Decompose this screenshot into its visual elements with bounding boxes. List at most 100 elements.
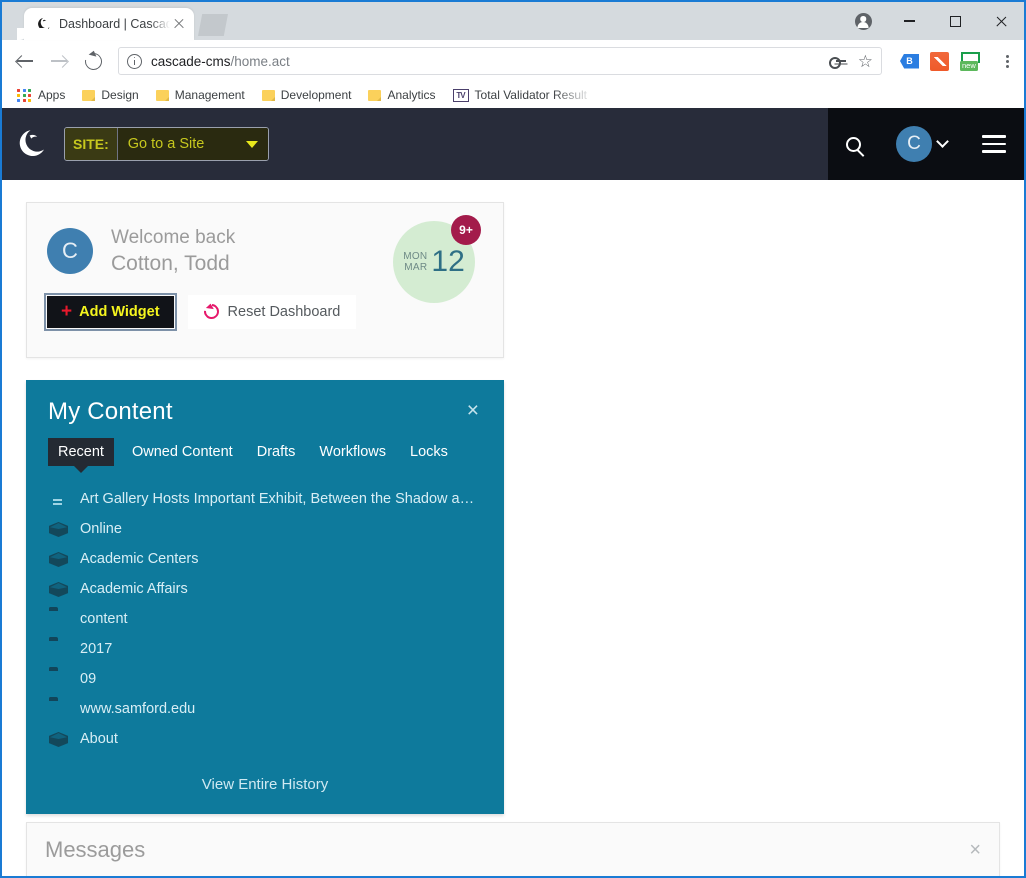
list-item[interactable]: 2017 <box>48 634 482 664</box>
folder-icon <box>48 640 68 658</box>
url-text: cascade-cms/home.act <box>151 54 829 69</box>
bookmark-design[interactable]: Design <box>75 86 145 104</box>
tab-owned-content[interactable]: Owned Content <box>120 438 245 466</box>
plus-icon: + <box>61 301 73 323</box>
maximize-icon <box>949 15 961 27</box>
close-icon[interactable]: × <box>969 840 981 860</box>
close-icon[interactable]: × <box>464 398 482 423</box>
welcome-text: Welcome back Cotton, Todd <box>111 225 235 277</box>
tab-workflows[interactable]: Workflows <box>307 438 398 466</box>
tab-drafts[interactable]: Drafts <box>245 438 308 466</box>
welcome-widget: C Welcome back Cotton, Todd MON MAR 12 9… <box>26 202 504 358</box>
bookmark-star-icon[interactable]: ☆ <box>858 53 873 70</box>
new-extension-icon[interactable]: new <box>960 51 981 71</box>
reload-icon <box>81 49 105 73</box>
tab-recent[interactable]: Recent <box>48 438 114 466</box>
list-item[interactable]: Academic Centers <box>48 544 482 574</box>
avatar: C <box>895 126 932 162</box>
back-button[interactable] <box>10 46 40 76</box>
tag-extension-icon[interactable]: B <box>900 53 919 69</box>
avatar: C <box>47 227 93 274</box>
bookmarks-bar: Apps Design Management Development Analy… <box>2 82 1024 108</box>
list-item[interactable]: Academic Affairs <box>48 574 482 604</box>
list-item-label: 09 <box>80 671 97 687</box>
site-label: SITE: <box>65 128 118 160</box>
page-icon <box>48 490 68 508</box>
tab-locks[interactable]: Locks <box>398 438 460 466</box>
password-key-icon[interactable] <box>828 55 846 69</box>
add-widget-button[interactable]: + Add Widget <box>44 292 177 331</box>
date-day: 12 <box>431 245 465 278</box>
bookmark-label: Total Validator Result <box>474 88 588 102</box>
user-menu-button[interactable]: C <box>895 126 949 162</box>
folder-icon <box>261 89 275 101</box>
list-item[interactable]: About <box>48 724 482 754</box>
search-icon <box>845 136 861 152</box>
url-path: /home.act <box>230 53 290 69</box>
window-close-button[interactable] <box>978 4 1024 38</box>
tab-title: Dashboard | Cascade CMS <box>59 17 170 31</box>
forward-button[interactable] <box>44 46 74 76</box>
bookmark-analytics[interactable]: Analytics <box>361 86 442 104</box>
refresh-icon <box>200 301 222 323</box>
profile-button[interactable] <box>840 4 886 38</box>
my-content-title: My Content <box>48 398 173 425</box>
window-controls <box>840 2 1024 40</box>
new-badge-label: new <box>960 61 978 71</box>
list-item[interactable]: content <box>48 604 482 634</box>
chart-extension-icon[interactable] <box>930 51 949 71</box>
list-item-label: content <box>80 611 128 627</box>
bookmark-apps[interactable]: Apps <box>10 86 72 105</box>
minimize-button[interactable] <box>886 4 932 38</box>
list-item[interactable]: www.samford.edu <box>48 694 482 724</box>
hamburger-menu-icon <box>982 135 1007 153</box>
new-tab-button[interactable] <box>198 14 228 36</box>
site-selector[interactable]: SITE: Go to a Site <box>64 127 269 161</box>
window-close-icon <box>995 15 1008 28</box>
list-item[interactable]: Art Gallery Hosts Important Exhibit, Bet… <box>48 484 482 514</box>
header-actions: C <box>828 108 1024 180</box>
cascade-logo-icon <box>36 16 52 32</box>
my-content-header: My Content × <box>48 398 482 426</box>
bookmark-management[interactable]: Management <box>149 86 252 104</box>
bookmark-total-validator[interactable]: TV Total Validator Result <box>446 86 595 104</box>
browser-window: Dashboard | Cascade CMS <box>0 0 1026 878</box>
chevron-down-icon <box>245 140 258 148</box>
url-host: cascade-cms <box>151 53 231 69</box>
tab-close-icon[interactable] <box>170 15 188 33</box>
date-dow-month: MON MAR <box>403 251 427 274</box>
main-menu-button[interactable] <box>982 135 1007 153</box>
block-icon <box>48 580 68 598</box>
folder-icon <box>82 89 96 101</box>
search-button[interactable] <box>845 136 861 152</box>
list-item[interactable]: Online <box>48 514 482 544</box>
bookmark-label: Apps <box>38 88 66 102</box>
site-caret[interactable] <box>245 128 268 160</box>
date-inner: MON MAR 12 <box>403 247 465 277</box>
list-item-label: Academic Centers <box>80 551 199 567</box>
browser-tab[interactable]: Dashboard | Cascade CMS <box>24 8 194 40</box>
reset-dashboard-button[interactable]: Reset Dashboard <box>187 294 357 329</box>
maximize-button[interactable] <box>932 4 978 38</box>
minimize-icon <box>903 20 915 22</box>
dashboard: C Welcome back Cotton, Todd MON MAR 12 9… <box>2 180 1024 876</box>
reset-dashboard-label: Reset Dashboard <box>227 303 341 320</box>
bookmark-development[interactable]: Development <box>255 86 359 104</box>
notification-badge[interactable]: 9+ <box>451 215 481 245</box>
add-widget-label: Add Widget <box>79 303 160 320</box>
browser-menu-icon[interactable] <box>998 52 1016 70</box>
page-info-icon[interactable] <box>127 53 142 69</box>
total-validator-icon: TV <box>452 88 469 102</box>
welcome-username: Cotton, Todd <box>111 251 230 275</box>
list-item-label: Art Gallery Hosts Important Exhibit, Bet… <box>80 491 482 507</box>
list-item[interactable]: 09 <box>48 664 482 694</box>
address-bar[interactable]: cascade-cms/home.act ☆ <box>118 47 882 75</box>
list-item-label: Online <box>80 521 122 537</box>
reload-button[interactable] <box>78 46 108 76</box>
bookmark-label: Design <box>101 88 139 102</box>
omnibox-actions: ☆ <box>828 53 873 70</box>
bookmark-label: Analytics <box>387 88 436 102</box>
view-entire-history-link[interactable]: View Entire History <box>202 776 328 793</box>
cascade-cms-logo[interactable] <box>2 127 64 161</box>
my-content-widget: My Content × Recent Owned Content Drafts… <box>26 380 504 814</box>
